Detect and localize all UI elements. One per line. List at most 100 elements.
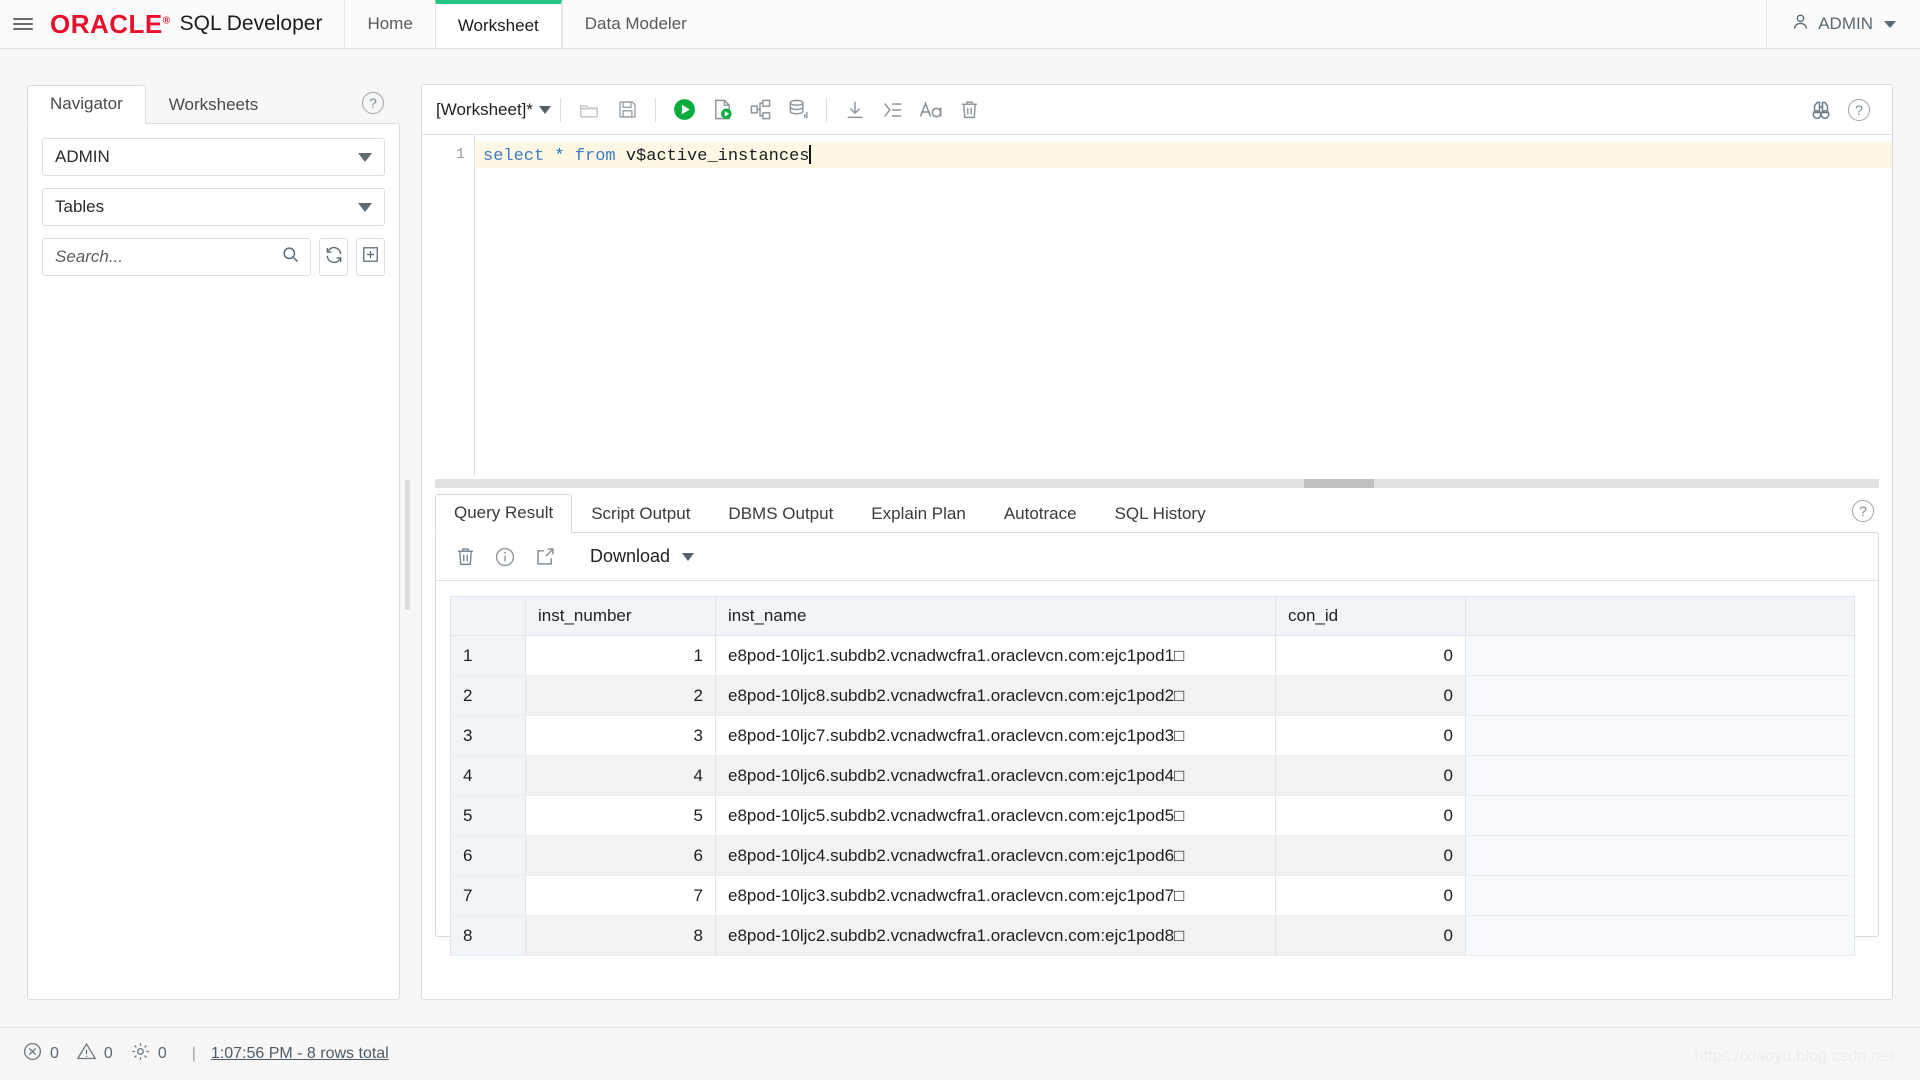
row-number[interactable]: 6 [450,835,526,876]
run-script-button[interactable] [703,91,741,129]
download-results-button[interactable]: Download [578,546,706,567]
cell-inst-number[interactable]: 8 [525,915,716,956]
table-row[interactable]: 1 1 e8pod-10ljc1.subdb2.vcnadwcfra1.orac… [450,635,1855,676]
tab-worksheets[interactable]: Worksheets [146,86,281,124]
tab-script-output[interactable]: Script Output [572,495,709,533]
cell-con-id[interactable]: 0 [1275,835,1466,876]
tab-data-modeler[interactable]: Data Modeler [561,0,709,48]
cell-inst-name[interactable]: e8pod-10ljc8.subdb2.vcnadwcfra1.oraclevc… [715,675,1276,716]
cell-inst-name[interactable]: e8pod-10ljc2.subdb2.vcnadwcfra1.oraclevc… [715,915,1276,956]
clear-worksheet-button[interactable] [950,91,988,129]
table-row[interactable]: 8 8 e8pod-10ljc2.subdb2.vcnadwcfra1.orac… [450,915,1855,956]
row-number[interactable]: 5 [450,795,526,836]
cell-con-id[interactable]: 0 [1275,755,1466,796]
cell-con-id[interactable]: 0 [1275,795,1466,836]
cell-inst-number[interactable]: 2 [525,675,716,716]
schema-select[interactable]: ADMIN [42,138,385,176]
search-field-wrapper[interactable] [42,238,311,276]
horizontal-splitter-grip[interactable] [1304,478,1375,488]
sql-editor[interactable]: 1 select * from v$active_instances [422,135,1892,475]
row-number[interactable]: 2 [450,675,526,716]
refresh-button[interactable] [319,238,348,276]
cell-inst-name[interactable]: e8pod-10ljc5.subdb2.vcnadwcfra1.oraclevc… [715,795,1276,836]
table-row[interactable]: 7 7 e8pod-10ljc3.subdb2.vcnadwcfra1.orac… [450,875,1855,916]
cell-con-id[interactable]: 0 [1275,635,1466,676]
cell-con-id[interactable]: 0 [1275,875,1466,916]
cell-inst-number[interactable]: 1 [525,635,716,676]
find-button[interactable] [1802,91,1840,129]
column-header-rownum[interactable] [450,596,526,636]
cell-con-id[interactable]: 0 [1275,915,1466,956]
download-sql-button[interactable] [836,91,874,129]
object-type-select[interactable]: Tables [42,188,385,226]
cell-inst-name[interactable]: e8pod-10ljc4.subdb2.vcnadwcfra1.oraclevc… [715,835,1276,876]
explain-plan-button[interactable] [741,91,779,129]
search-input[interactable] [53,246,281,268]
cell-inst-number[interactable]: 3 [525,715,716,756]
worksheet-name-chevron-down-icon[interactable] [539,105,552,114]
editor-current-line[interactable]: select * from v$active_instances [476,142,1892,168]
table-row[interactable]: 2 2 e8pod-10ljc8.subdb2.vcnadwcfra1.orac… [450,675,1855,716]
cell-inst-name[interactable]: e8pod-10ljc7.subdb2.vcnadwcfra1.oraclevc… [715,715,1276,756]
column-header-con-id[interactable]: con_id [1275,596,1466,636]
tab-autotrace[interactable]: Autotrace [985,495,1096,533]
tab-dbms-output[interactable]: DBMS Output [709,495,852,533]
cell-con-id[interactable]: 0 [1275,715,1466,756]
error-circle-icon[interactable] [22,1041,43,1067]
open-file-button[interactable] [570,91,608,129]
tab-worksheet[interactable]: Worksheet [434,0,562,48]
column-header-inst-number[interactable]: inst_number [525,596,716,636]
help-circle-icon: ? [1848,98,1870,121]
warning-triangle-icon[interactable] [76,1041,97,1067]
tab-explain-plan[interactable]: Explain Plan [852,495,985,533]
row-number[interactable]: 3 [450,715,526,756]
column-header-inst-name[interactable]: inst_name [715,596,1276,636]
cell-inst-number[interactable]: 6 [525,835,716,876]
format-button[interactable] [874,91,912,129]
vertical-splitter[interactable] [404,84,411,1000]
tab-home[interactable]: Home [344,0,434,48]
cell-inst-number[interactable]: 5 [525,795,716,836]
horizontal-splitter-bar[interactable] [435,478,1879,488]
cell-inst-number[interactable]: 4 [525,755,716,796]
run-statement-button[interactable] [665,91,703,129]
tab-query-result[interactable]: Query Result [435,493,573,533]
autotrace-button[interactable] [779,91,817,129]
row-number[interactable]: 4 [450,755,526,796]
cell-inst-name[interactable]: e8pod-10ljc6.subdb2.vcnadwcfra1.oraclevc… [715,755,1276,796]
navigator-help-icon[interactable]: ? [362,92,384,114]
gear-icon[interactable] [130,1041,151,1067]
table-row[interactable]: 4 4 e8pod-10ljc6.subdb2.vcnadwcfra1.orac… [450,755,1855,796]
row-number[interactable]: 7 [450,875,526,916]
cell-con-id[interactable]: 0 [1275,675,1466,716]
chevron-down-icon [682,552,695,561]
new-object-button[interactable] [356,238,385,276]
clear-results-button[interactable] [446,538,484,576]
cell-inst-name[interactable]: e8pod-10ljc3.subdb2.vcnadwcfra1.oraclevc… [715,875,1276,916]
popout-results-button[interactable] [526,538,564,576]
cell-inst-number[interactable]: 7 [525,875,716,916]
user-menu[interactable]: ADMIN [1766,0,1920,48]
vertical-splitter-handle[interactable] [405,480,410,610]
cell-filler [1465,715,1855,756]
row-number[interactable]: 1 [450,635,526,676]
table-row[interactable]: 3 3 e8pod-10ljc7.subdb2.vcnadwcfra1.orac… [450,715,1855,756]
results-grid-wrapper[interactable]: inst_number inst_name con_id 1 1 e8pod-1… [436,581,1878,956]
cell-inst-name[interactable]: e8pod-10ljc1.subdb2.vcnadwcfra1.oraclevc… [715,635,1276,676]
search-icon[interactable] [281,245,300,269]
worksheet-name-label[interactable]: [Worksheet]* [436,100,533,120]
horizontal-splitter[interactable] [422,475,1892,491]
table-row[interactable]: 6 6 e8pod-10ljc4.subdb2.vcnadwcfra1.orac… [450,835,1855,876]
tab-navigator[interactable]: Navigator [27,84,146,124]
download-label: Download [590,546,671,566]
save-button[interactable] [608,91,646,129]
worksheet-help-button[interactable]: ? [1840,91,1878,129]
hamburger-menu-icon[interactable] [0,0,46,48]
table-row[interactable]: 5 5 e8pod-10ljc5.subdb2.vcnadwcfra1.orac… [450,795,1855,836]
results-help-button[interactable]: ? [1852,500,1874,522]
status-message[interactable]: 1:07:56 PM - 8 rows total [211,1045,389,1063]
result-info-button[interactable] [486,538,524,576]
tab-sql-history[interactable]: SQL History [1096,495,1225,533]
row-number[interactable]: 8 [450,915,526,956]
font-size-button[interactable] [912,91,950,129]
